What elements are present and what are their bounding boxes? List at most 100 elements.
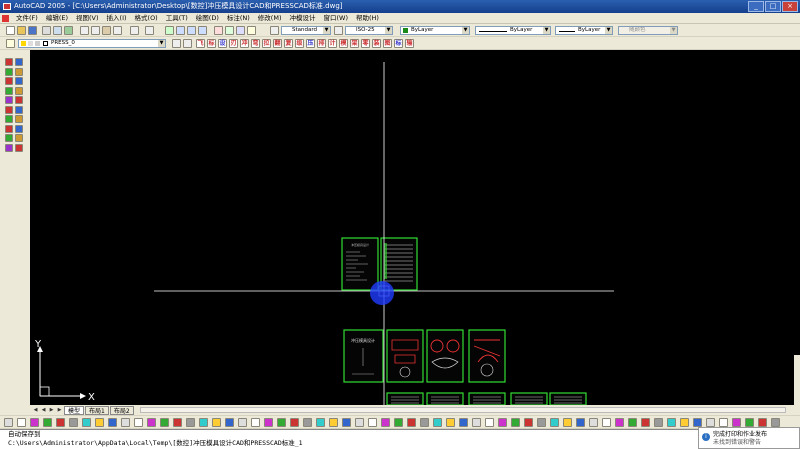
press-tool-button[interactable]: 翻	[273, 39, 282, 48]
circle-icon[interactable]	[5, 86, 13, 95]
tool-button-icon[interactable]	[654, 418, 663, 427]
tool-button-icon[interactable]	[186, 418, 195, 427]
redo-icon[interactable]	[145, 26, 154, 35]
zoom-realtime-icon[interactable]	[176, 26, 185, 35]
menu-format[interactable]: 格式(O)	[131, 13, 162, 24]
color-select[interactable]: ByLayer ▼	[400, 26, 470, 35]
tool-button-icon[interactable]	[719, 418, 728, 427]
press-tool-button[interactable]: 设	[218, 39, 227, 48]
tool-palettes-icon[interactable]	[236, 26, 245, 35]
polyline-icon[interactable]	[5, 67, 13, 76]
tool-button-icon[interactable]	[342, 418, 351, 427]
make-object-layer-current-icon[interactable]	[172, 39, 181, 48]
press-tool-button[interactable]: 输	[405, 39, 414, 48]
mirror-icon[interactable]	[15, 143, 23, 152]
layer-previous-icon[interactable]	[183, 39, 192, 48]
table-icon[interactable]	[15, 124, 23, 133]
tab-model[interactable]: 模型	[64, 405, 85, 415]
menu-tools[interactable]: 工具(T)	[162, 13, 192, 24]
tool-button-icon[interactable]	[225, 418, 234, 427]
zoom-window-icon[interactable]	[187, 26, 196, 35]
press-tool-button[interactable]: 级	[295, 39, 304, 48]
tool-button-icon[interactable]	[602, 418, 611, 427]
construction-line-icon[interactable]	[15, 58, 23, 66]
erase-icon[interactable]	[15, 134, 23, 142]
dim-style-icon[interactable]	[334, 26, 343, 35]
multiline-text-icon[interactable]	[5, 134, 13, 142]
tool-button-icon[interactable]	[524, 418, 533, 427]
print-icon[interactable]	[42, 26, 51, 35]
zoom-previous-icon[interactable]	[198, 26, 207, 35]
tool-button-icon[interactable]	[550, 418, 559, 427]
tool-button-icon[interactable]	[381, 418, 390, 427]
tool-button-icon[interactable]	[251, 418, 260, 427]
press-tool-button[interactable]: 压	[306, 39, 315, 48]
tool-button-icon[interactable]	[56, 418, 65, 427]
revision-cloud-icon[interactable]	[15, 86, 23, 95]
press-tool-button[interactable]: 标	[207, 39, 216, 48]
tool-button-icon[interactable]	[771, 418, 780, 427]
press-tool-button[interactable]: 架	[350, 39, 359, 48]
print-notification[interactable]: i 完成打印和作业发布 未找到错误和警告	[698, 427, 800, 449]
copy-object-icon[interactable]	[5, 143, 13, 152]
press-tool-button[interactable]: 冲	[240, 39, 249, 48]
layer-select[interactable]: PRESS_0 ▼	[18, 39, 166, 48]
press-tool-button[interactable]: 计	[328, 39, 337, 48]
tool-button-icon[interactable]	[758, 418, 767, 427]
help-icon[interactable]	[247, 26, 256, 35]
text-style-icon[interactable]	[270, 26, 279, 35]
pan-icon[interactable]	[165, 26, 174, 35]
tool-button-icon[interactable]	[537, 418, 546, 427]
new-file-icon[interactable]	[6, 26, 15, 35]
press-tool-button[interactable]: 零	[361, 39, 370, 48]
first-tab-button[interactable]: ◀	[32, 407, 39, 414]
document-icon[interactable]	[2, 15, 9, 22]
dim-style-select[interactable]: ISO-25 ▼	[345, 26, 393, 35]
line-icon[interactable]	[5, 58, 13, 66]
tool-button-icon[interactable]	[615, 418, 624, 427]
maximize-button[interactable]: □	[765, 1, 781, 12]
layer-manager-icon[interactable]	[6, 39, 15, 48]
tool-button-icon[interactable]	[238, 418, 247, 427]
tool-button-icon[interactable]	[173, 418, 182, 427]
tool-button-icon[interactable]	[680, 418, 689, 427]
tool-button-icon[interactable]	[290, 418, 299, 427]
menu-die-design[interactable]: 冲模设计	[285, 13, 319, 24]
tab-layout2[interactable]: 布局2	[109, 405, 134, 415]
press-tool-button[interactable]: 装	[372, 39, 381, 48]
minimize-button[interactable]: _	[748, 1, 764, 12]
press-tool-button[interactable]: 图	[383, 39, 392, 48]
menu-window[interactable]: 窗口(W)	[319, 13, 352, 24]
tool-button-icon[interactable]	[576, 418, 585, 427]
rectangle-icon[interactable]	[5, 77, 13, 85]
press-tool-button[interactable]: 模	[339, 39, 348, 48]
properties-icon[interactable]	[214, 26, 223, 35]
tool-button-icon[interactable]	[329, 418, 338, 427]
tool-button-icon[interactable]	[693, 418, 702, 427]
tool-button-icon[interactable]	[589, 418, 598, 427]
tool-button-icon[interactable]	[498, 418, 507, 427]
tool-button-icon[interactable]	[433, 418, 442, 427]
copy-icon[interactable]	[91, 26, 100, 35]
tab-layout1[interactable]: 布局1	[85, 405, 109, 415]
tool-button-icon[interactable]	[628, 418, 637, 427]
publish-icon[interactable]	[64, 26, 73, 35]
menu-insert[interactable]: 插入(I)	[103, 13, 131, 24]
tool-button-icon[interactable]	[17, 418, 26, 427]
ellipse-icon[interactable]	[15, 96, 23, 104]
tool-button-icon[interactable]	[30, 418, 39, 427]
print-preview-icon[interactable]	[53, 26, 62, 35]
hatch-icon[interactable]	[15, 115, 23, 123]
menu-draw[interactable]: 绘图(D)	[192, 13, 223, 24]
tool-button-icon[interactable]	[264, 418, 273, 427]
paste-icon[interactable]	[102, 26, 111, 35]
tool-button-icon[interactable]	[108, 418, 117, 427]
undo-icon[interactable]	[130, 26, 139, 35]
tool-button-icon[interactable]	[641, 418, 650, 427]
tool-button-icon[interactable]	[407, 418, 416, 427]
region-icon[interactable]	[5, 124, 13, 133]
prev-tab-button[interactable]: ◀	[40, 407, 47, 414]
linetype-select[interactable]: ByLayer ▼	[475, 26, 551, 35]
press-tool-button[interactable]: 弯	[251, 39, 260, 48]
menu-file[interactable]: 文件(F)	[12, 13, 42, 24]
